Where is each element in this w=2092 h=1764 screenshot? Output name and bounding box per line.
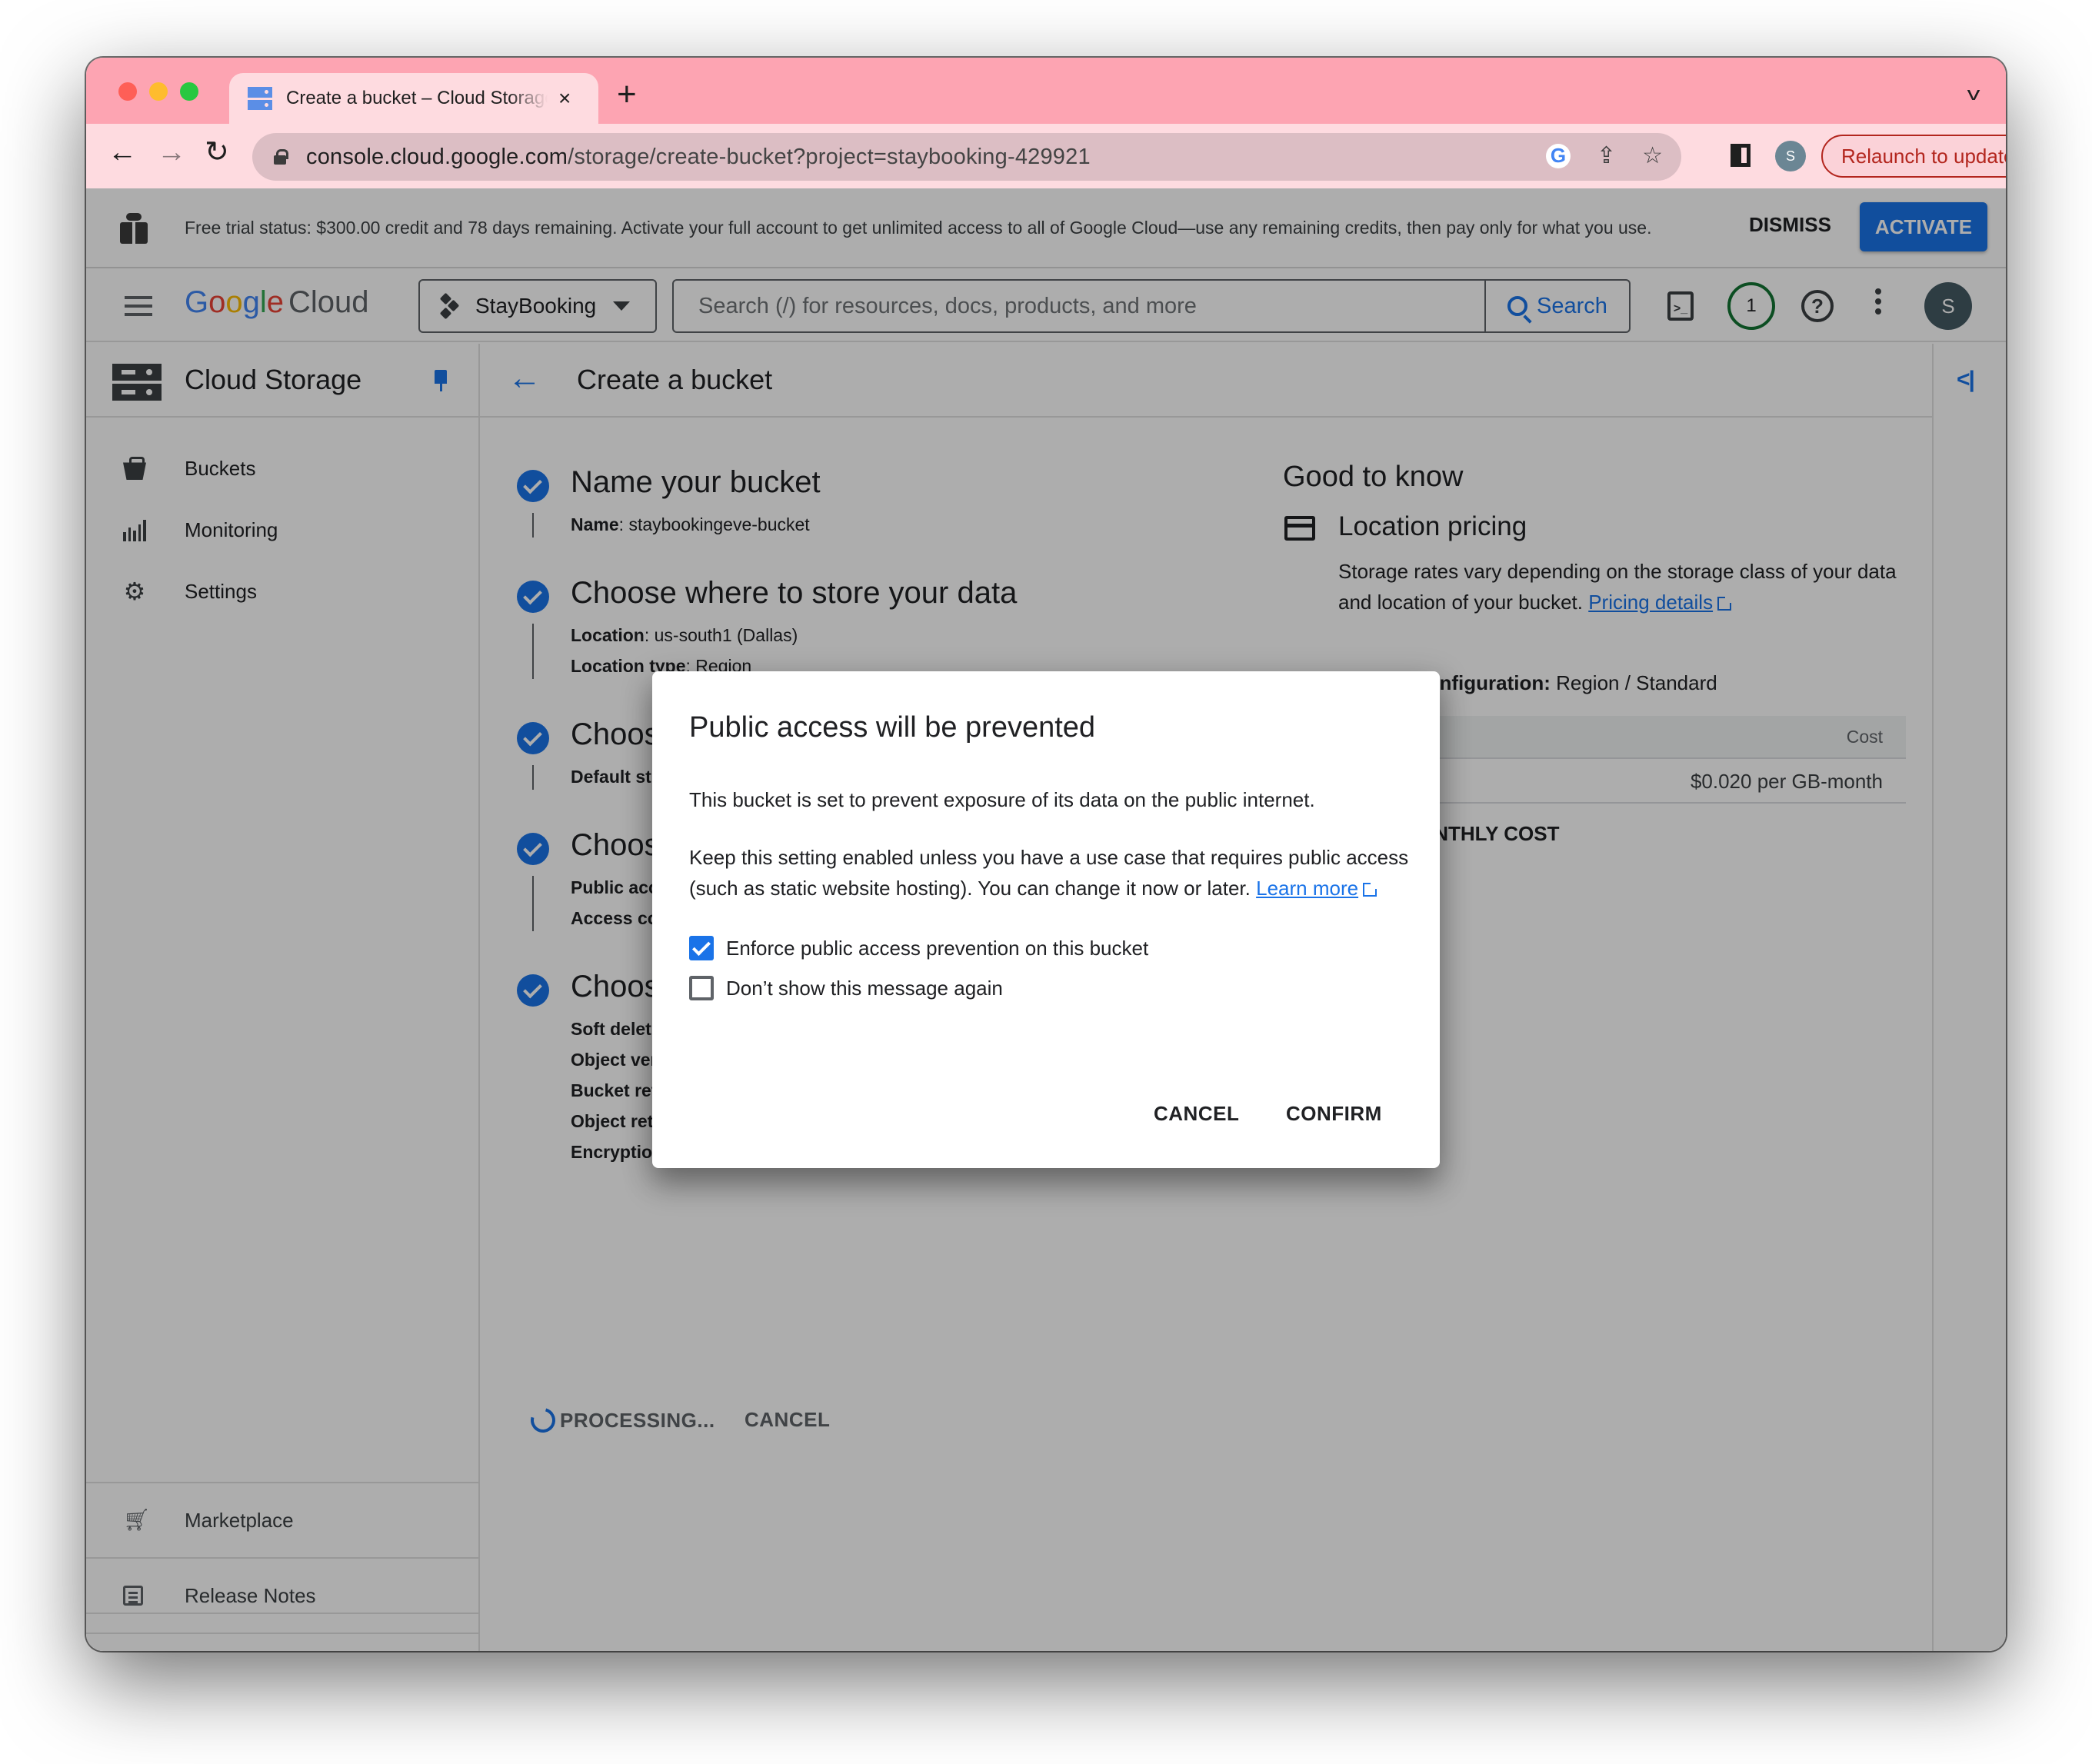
- tab-close-icon[interactable]: ×: [558, 86, 571, 111]
- url-text[interactable]: console.cloud.google.com/storage/create-…: [306, 145, 1091, 170]
- external-link-icon: [1363, 881, 1379, 897]
- checkbox-label: Enforce public access prevention on this…: [726, 936, 1149, 960]
- browser-window: Create a bucket – Cloud Storage × + v ← …: [86, 58, 2006, 1651]
- close-window-button[interactable]: [118, 82, 137, 101]
- bookmark-star-icon[interactable]: ☆: [1642, 142, 1663, 169]
- cloud-storage-favicon-icon: [248, 87, 272, 110]
- dialog-cancel-button[interactable]: CANCEL: [1154, 1102, 1239, 1126]
- browser-tab-active[interactable]: Create a bucket – Cloud Storage ×: [229, 73, 598, 124]
- google-lens-icon[interactable]: G: [1545, 143, 1571, 168]
- profile-avatar[interactable]: S: [1775, 141, 1806, 171]
- side-panel-icon[interactable]: [1731, 144, 1751, 167]
- checkbox-checked-icon[interactable]: [689, 936, 714, 960]
- dont-show-again-checkbox[interactable]: Don’t show this message again: [689, 976, 1003, 1000]
- reload-icon[interactable]: ↻: [205, 138, 229, 167]
- checkbox-label: Don’t show this message again: [726, 976, 1003, 1000]
- lock-icon[interactable]: [274, 149, 288, 165]
- enforce-prevention-checkbox[interactable]: Enforce public access prevention on this…: [689, 936, 1148, 960]
- checkbox-unchecked-icon[interactable]: [689, 976, 714, 1000]
- tab-strip: Create a bucket – Cloud Storage × + v: [86, 58, 2006, 124]
- tab-title: Create a bucket – Cloud Storage: [286, 88, 548, 108]
- dialog-confirm-button[interactable]: CONFIRM: [1286, 1102, 1382, 1126]
- dialog-message: This bucket is set to prevent exposure o…: [689, 788, 1315, 811]
- minimize-window-button[interactable]: [149, 82, 168, 101]
- url-path: /storage/create-bucket?project=staybooki…: [568, 144, 1091, 169]
- new-tab-button[interactable]: +: [617, 78, 637, 111]
- relaunch-label: Relaunch to update: [1841, 144, 2006, 168]
- maximize-window-button[interactable]: [180, 82, 198, 101]
- browser-toolbar: ← → ↻ console.cloud.google.com/storage/c…: [86, 124, 2006, 188]
- tab-search-chevron-icon[interactable]: v: [1967, 84, 1980, 105]
- url-host: console.cloud.google.com: [306, 144, 568, 169]
- address-bar[interactable]: console.cloud.google.com/storage/create-…: [252, 133, 1681, 181]
- learn-more-link[interactable]: Learn more: [1256, 877, 1358, 900]
- dialog-explanation: Keep this setting enabled unless you hav…: [689, 842, 1412, 904]
- relaunch-to-update-button[interactable]: Relaunch to update ⋮: [1821, 135, 2006, 178]
- public-access-dialog: Public access will be prevented This buc…: [652, 671, 1440, 1168]
- dialog-title: Public access will be prevented: [689, 711, 1096, 744]
- share-icon[interactable]: ⇪: [1597, 142, 1616, 169]
- forward-arrow-icon[interactable]: →: [157, 138, 186, 167]
- back-arrow-icon[interactable]: ←: [108, 138, 137, 167]
